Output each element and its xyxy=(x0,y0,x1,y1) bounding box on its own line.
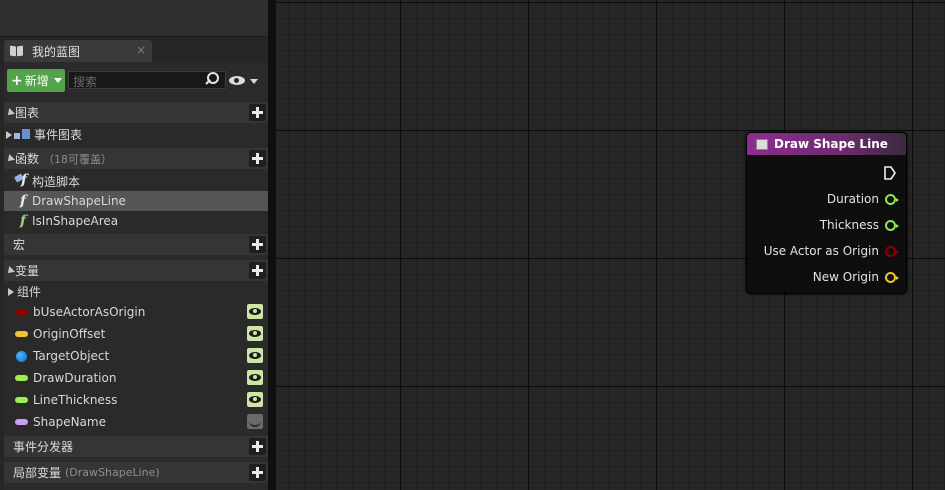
eye-icon[interactable] xyxy=(247,348,263,363)
add-macro-button[interactable] xyxy=(249,236,266,253)
bool-variable-icon xyxy=(15,309,28,315)
add-graph-button[interactable] xyxy=(249,104,266,121)
variable-label: bUseActorAsOrigin xyxy=(33,305,146,319)
eye-icon[interactable] xyxy=(247,326,263,341)
close-icon[interactable]: × xyxy=(136,43,146,57)
name-variable-icon xyxy=(15,419,28,425)
float-variable-icon xyxy=(15,397,28,403)
book-icon xyxy=(10,45,24,57)
add-event-dispatcher-button[interactable] xyxy=(249,438,266,455)
function-item-construction-script[interactable]: 构造脚本 xyxy=(4,171,268,191)
pin-label: Thickness xyxy=(819,218,879,232)
eye-icon[interactable] xyxy=(247,304,263,319)
section-functions[interactable]: 函数 （18可覆盖） xyxy=(4,148,268,169)
pin-label: Duration xyxy=(826,192,879,206)
variable-item-shapename[interactable]: ShapeName xyxy=(4,412,268,432)
components-category[interactable]: 组件 xyxy=(4,282,268,301)
function-entry-icon xyxy=(756,138,768,150)
section-graphs-label: 图表 xyxy=(15,106,40,120)
pin-label: New Origin xyxy=(812,270,879,284)
search-input[interactable]: 搜索 xyxy=(68,71,226,89)
pin-thickness[interactable]: Thickness xyxy=(819,218,899,232)
expand-arrow-icon xyxy=(6,130,12,139)
function-label: 构造脚本 xyxy=(32,174,81,189)
section-event-dispatchers[interactable]: 事件分发器 xyxy=(4,436,268,457)
variable-label: LineThickness xyxy=(33,393,118,407)
variable-label: TargetObject xyxy=(33,349,110,363)
float-pin-icon[interactable] xyxy=(885,219,899,231)
function-label: IsInShapeArea xyxy=(32,214,119,228)
section-macros-label: 宏 xyxy=(13,238,26,252)
variable-item-drawduration[interactable]: DrawDuration xyxy=(4,368,268,388)
collapse-arrow-icon xyxy=(5,153,15,164)
functions-override-count: （18可覆盖） xyxy=(43,152,113,166)
collapse-arrow-icon xyxy=(5,265,15,276)
add-variable-button[interactable] xyxy=(249,262,266,279)
vector-pin-icon[interactable] xyxy=(885,271,899,283)
variable-label: OriginOffset xyxy=(33,327,106,341)
node-header[interactable]: Draw Shape Line xyxy=(747,133,906,155)
draw-shape-line-node[interactable]: Draw Shape Line Duration Thickness Use A… xyxy=(746,132,907,294)
section-variables[interactable]: 变量 xyxy=(4,260,268,281)
add-new-label: 新增 xyxy=(24,74,49,88)
node-title: Draw Shape Line xyxy=(774,137,888,151)
function-icon: f xyxy=(19,193,27,209)
pin-new-origin[interactable]: New Origin xyxy=(812,270,899,284)
tab-label: 我的蓝图 xyxy=(32,44,81,59)
expand-arrow-icon xyxy=(8,287,14,296)
function-item-drawshapeline[interactable]: f DrawShapeLine xyxy=(4,191,268,211)
pin-duration[interactable]: Duration xyxy=(826,192,899,206)
section-event-graph[interactable]: 事件图表 xyxy=(4,124,268,145)
tab-my-blueprint[interactable]: 我的蓝图 × xyxy=(4,40,152,62)
eye-icon xyxy=(229,76,245,85)
section-variables-label: 变量 xyxy=(15,264,40,278)
section-event-dispatchers-label: 事件分发器 xyxy=(13,440,74,454)
plus-icon: + xyxy=(11,72,23,89)
local-variables-scope: (DrawShapeLine) xyxy=(65,466,160,479)
variable-item-linethickness[interactable]: LineThickness xyxy=(4,390,268,410)
vector-variable-icon xyxy=(15,331,28,337)
variable-item-buseactorasorigin[interactable]: bUseActorAsOrigin xyxy=(4,302,268,322)
variable-label: ShapeName xyxy=(33,415,106,429)
variable-item-originoffset[interactable]: OriginOffset xyxy=(4,324,268,344)
eye-closed-icon[interactable] xyxy=(247,414,263,429)
function-icon: f xyxy=(19,213,27,229)
pin-use-actor-as-origin[interactable]: Use Actor as Origin xyxy=(763,244,899,258)
function-label: DrawShapeLine xyxy=(32,194,126,208)
section-local-variables[interactable]: 局部变量 (DrawShapeLine) xyxy=(4,462,268,483)
chevron-down-icon xyxy=(250,79,258,84)
construction-script-icon xyxy=(14,172,32,188)
panel-top-strip xyxy=(0,0,268,37)
eye-icon[interactable] xyxy=(247,370,263,385)
search-icon[interactable] xyxy=(206,72,219,84)
function-item-isinshapearea[interactable]: f IsInShapeArea xyxy=(4,211,268,231)
section-graphs[interactable]: 图表 xyxy=(4,102,268,123)
section-functions-label: 函数 xyxy=(15,152,40,166)
variable-label: DrawDuration xyxy=(33,371,117,385)
section-macros[interactable]: 宏 xyxy=(4,234,268,255)
event-graph-icon xyxy=(14,128,31,141)
my-blueprint-panel: 我的蓝图 × + 新增 搜索 图表 事件图表 函数 （18可覆盖） 构造脚 xyxy=(0,0,268,490)
event-graph-label: 事件图表 xyxy=(34,128,83,142)
pin-label: Use Actor as Origin xyxy=(763,244,879,258)
float-variable-icon xyxy=(15,375,28,381)
eye-icon[interactable] xyxy=(247,392,263,407)
view-options-button[interactable] xyxy=(229,73,263,89)
add-new-button[interactable]: + 新增 xyxy=(7,69,65,92)
toolbar: + 新增 搜索 xyxy=(6,69,266,93)
chevron-down-icon xyxy=(54,78,62,83)
collapse-arrow-icon xyxy=(5,107,15,118)
object-variable-icon xyxy=(16,350,27,362)
bool-pin-icon[interactable] xyxy=(885,245,899,257)
panel-splitter[interactable] xyxy=(268,0,276,490)
section-local-variables-label: 局部变量 xyxy=(13,466,62,480)
float-pin-icon[interactable] xyxy=(885,193,899,205)
add-local-variable-button[interactable] xyxy=(249,464,266,481)
variable-item-targetobject[interactable]: TargetObject xyxy=(4,346,268,366)
exec-output-pin[interactable] xyxy=(884,166,896,180)
components-label: 组件 xyxy=(17,285,42,299)
add-function-button[interactable] xyxy=(249,150,266,167)
